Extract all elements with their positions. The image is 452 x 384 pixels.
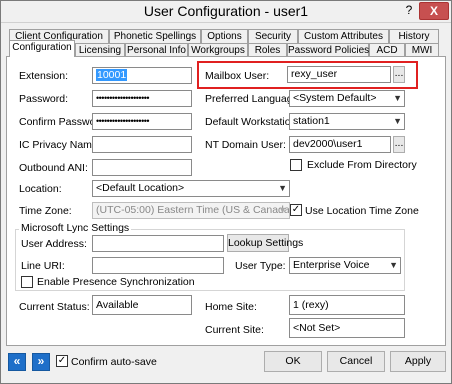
nt-domain-user-browse-button[interactable]: ... bbox=[393, 136, 405, 153]
outbound-ani-field[interactable] bbox=[92, 159, 192, 176]
nt-domain-user-field[interactable]: dev2000\user1 bbox=[289, 136, 391, 153]
current-status-label: Current Status: bbox=[19, 301, 90, 313]
user-configuration-window: User Configuration - user1 ? X Client Co… bbox=[0, 0, 452, 384]
chevron-down-icon: ▼ bbox=[278, 183, 287, 193]
tab-custom-attributes[interactable]: Custom Attributes bbox=[298, 29, 389, 44]
mailbox-user-field[interactable]: rexy_user bbox=[287, 66, 391, 83]
location-value: <Default Location> bbox=[96, 182, 185, 194]
confirm-password-field[interactable]: •••••••••••••••••••• bbox=[92, 113, 192, 130]
use-location-time-zone-label: Use Location Time Zone bbox=[305, 205, 419, 217]
user-address-label: User Address: bbox=[21, 238, 87, 250]
password-label: Password: bbox=[19, 93, 69, 105]
time-zone-select[interactable]: (UTC-05:00) Eastern Time (US & Canada) ▼ bbox=[92, 202, 290, 219]
chevron-down-icon: ▼ bbox=[389, 260, 398, 270]
tab-options[interactable]: Options bbox=[201, 29, 248, 44]
user-type-select[interactable]: Enterprise Voice ▼ bbox=[289, 257, 401, 274]
configuration-panel: Extension: 10001 Password: •••••••••••••… bbox=[6, 56, 446, 346]
outbound-ani-label: Outbound ANI: bbox=[19, 162, 88, 174]
window-title: User Configuration - user1 bbox=[143, 3, 309, 19]
password-field[interactable]: •••••••••••••••••••• bbox=[92, 90, 192, 107]
chevron-down-icon: ▼ bbox=[393, 93, 402, 103]
back-button[interactable]: « bbox=[8, 353, 26, 371]
tab-history[interactable]: History bbox=[389, 29, 439, 44]
time-zone-label: Time Zone: bbox=[19, 205, 72, 217]
forward-button[interactable]: » bbox=[32, 353, 50, 371]
extension-field[interactable]: 10001 bbox=[92, 67, 192, 84]
chevron-down-icon: ▼ bbox=[278, 205, 287, 215]
preferred-language-value: <System Default> bbox=[293, 92, 377, 104]
chevron-down-icon: ▼ bbox=[393, 116, 402, 126]
ic-privacy-name-field[interactable] bbox=[92, 136, 192, 153]
user-type-label: User Type: bbox=[235, 260, 286, 272]
home-site-field: 1 (rexy) bbox=[289, 295, 405, 315]
cancel-button[interactable]: Cancel bbox=[327, 351, 385, 372]
ic-privacy-name-label: IC Privacy Name: bbox=[19, 139, 101, 151]
enable-presence-sync-label: Enable Presence Synchronization bbox=[37, 276, 195, 288]
exclude-from-directory-checkbox[interactable] bbox=[290, 159, 302, 171]
mailbox-browse-button[interactable]: ... bbox=[393, 66, 405, 83]
help-button[interactable]: ? bbox=[399, 2, 419, 20]
time-zone-value: (UTC-05:00) Eastern Time (US & Canada) bbox=[96, 204, 290, 216]
preferred-language-select[interactable]: <System Default> ▼ bbox=[289, 90, 405, 107]
nt-domain-user-label: NT Domain User: bbox=[205, 139, 286, 151]
ok-button[interactable]: OK bbox=[264, 351, 322, 372]
home-site-label: Home Site: bbox=[205, 301, 257, 313]
default-workstation-label: Default Workstation: bbox=[205, 116, 300, 128]
user-type-value: Enterprise Voice bbox=[293, 259, 370, 271]
location-select[interactable]: <Default Location> ▼ bbox=[92, 180, 290, 197]
line-uri-label: Line URI: bbox=[21, 260, 65, 272]
title-bar: User Configuration - user1 ? X bbox=[1, 1, 451, 23]
default-workstation-select[interactable]: station1 ▼ bbox=[289, 113, 405, 130]
default-workstation-value: station1 bbox=[293, 115, 330, 127]
current-site-field: <Not Set> bbox=[289, 318, 405, 338]
extension-value: 10001 bbox=[96, 69, 128, 81]
tab-security[interactable]: Security bbox=[248, 29, 298, 44]
tab-configuration[interactable]: Configuration bbox=[9, 40, 75, 57]
tab-phonetic-spellings[interactable]: Phonetic Spellings bbox=[109, 29, 201, 44]
user-address-field[interactable] bbox=[92, 235, 224, 252]
line-uri-field[interactable] bbox=[92, 257, 224, 274]
current-status-field: Available bbox=[92, 295, 192, 315]
location-label: Location: bbox=[19, 183, 62, 195]
apply-button[interactable]: Apply bbox=[390, 351, 446, 372]
mailbox-user-label: Mailbox User: bbox=[205, 70, 270, 82]
confirm-autosave-checkbox[interactable]: ✓ bbox=[56, 355, 68, 367]
exclude-from-directory-label: Exclude From Directory bbox=[307, 159, 417, 171]
extension-label: Extension: bbox=[19, 70, 69, 82]
lync-settings-title: Microsoft Lync Settings bbox=[19, 222, 132, 234]
enable-presence-sync-checkbox[interactable] bbox=[21, 276, 33, 288]
current-site-label: Current Site: bbox=[205, 324, 264, 336]
confirm-autosave-label: Confirm auto-save bbox=[71, 356, 157, 368]
lookup-settings-button[interactable]: Lookup Settings bbox=[227, 234, 303, 252]
use-location-time-zone-checkbox[interactable]: ✓ bbox=[290, 204, 302, 216]
preferred-language-label: Preferred Language: bbox=[205, 93, 302, 105]
close-button[interactable]: X bbox=[419, 2, 449, 20]
